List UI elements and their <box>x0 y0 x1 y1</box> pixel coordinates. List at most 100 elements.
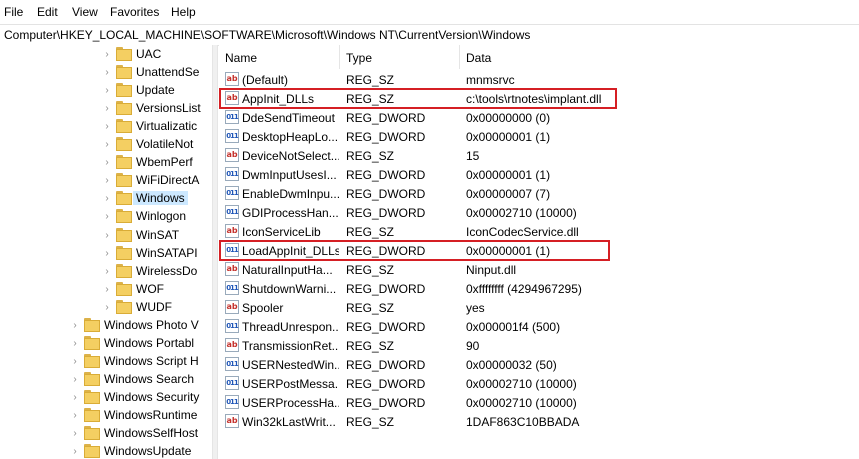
value-row[interactable]: 011 USERNestedWin... REG_DWORD 0x00000032 (… <box>219 355 859 374</box>
menu-help[interactable]: Help <box>171 5 196 19</box>
chevron-right-icon[interactable]: › <box>102 193 112 205</box>
tree-item[interactable]: › UnattendSe <box>102 64 212 82</box>
binary-value-icon: 011 <box>225 243 239 257</box>
value-type: REG_DWORD <box>346 187 426 201</box>
tree-item[interactable]: › VersionsList <box>102 100 212 118</box>
chevron-right-icon[interactable]: › <box>102 85 112 97</box>
tree-item[interactable]: › WOF <box>102 281 212 299</box>
value-row[interactable]: 011 LoadAppInit_DLLs REG_DWORD 0x00000001 (… <box>219 241 859 260</box>
value-row[interactable]: ab Spooler REG_SZ yes <box>219 298 859 317</box>
value-row[interactable]: 011 USERProcessHa... REG_DWORD 0x00002710 (… <box>219 393 859 412</box>
value-row[interactable]: ab Win32kLastWrit... REG_SZ 1DAF863C10BBADA <box>219 412 859 431</box>
chevron-right-icon[interactable]: › <box>102 302 112 314</box>
chevron-right-icon[interactable]: › <box>102 175 112 187</box>
tree-item[interactable]: › Update <box>102 82 212 100</box>
folder-icon <box>116 119 132 134</box>
value-name: LoadAppInit_DLLs <box>242 244 339 258</box>
tree-item[interactable]: › Windows Script H <box>70 353 212 371</box>
binary-value-icon: 011 <box>225 205 239 219</box>
chevron-right-icon[interactable]: › <box>102 230 112 242</box>
value-row[interactable]: 011 ThreadUnrespon... REG_DWORD 0x000001f4 … <box>219 317 859 336</box>
value-row[interactable]: 011 DdeSendTimeout REG_DWORD 0x00000000 (0) <box>219 108 859 127</box>
tree-item-label: WindowsSelfHost <box>104 426 199 441</box>
value-name: TransmissionRet... <box>242 339 339 353</box>
folder-icon <box>116 245 132 260</box>
value-data: 0x00002710 (10000) <box>466 396 577 410</box>
tree-item[interactable]: › Windows Photo V <box>70 317 212 335</box>
tree-item[interactable]: › Windows <box>102 190 212 208</box>
value-data: 90 <box>466 339 480 353</box>
value-name: Win32kLastWrit... <box>242 415 336 429</box>
value-data: yes <box>466 301 485 315</box>
value-row[interactable]: 011 GDIProcessHan... REG_DWORD 0x00002710 (… <box>219 203 859 222</box>
value-row[interactable]: 011 USERPostMessa... REG_DWORD 0x00002710 (… <box>219 374 859 393</box>
tree-item[interactable]: › VolatileNot <box>102 136 212 154</box>
chevron-right-icon[interactable]: › <box>102 67 112 79</box>
value-row[interactable]: 011 EnableDwmInpu... REG_DWORD 0x00000007 (… <box>219 184 859 203</box>
chevron-right-icon[interactable]: › <box>70 356 80 368</box>
value-row[interactable]: 011 DesktopHeapLo... REG_DWORD 0x00000001 (… <box>219 127 859 146</box>
tree-item[interactable]: › WindowsSelfHost <box>70 425 212 443</box>
chevron-right-icon[interactable]: › <box>102 139 112 151</box>
value-name: DdeSendTimeout <box>242 111 335 125</box>
chevron-right-icon[interactable]: › <box>102 121 112 133</box>
tree-item[interactable]: › Virtualizatic <box>102 118 212 136</box>
value-type: REG_DWORD <box>346 377 426 391</box>
chevron-right-icon[interactable]: › <box>70 446 80 458</box>
value-row[interactable]: 011 DwmInputUsesI... REG_DWORD 0x00000001 (… <box>219 165 859 184</box>
chevron-right-icon[interactable]: › <box>102 49 112 61</box>
column-header-name[interactable]: Name <box>219 45 339 69</box>
chevron-right-icon[interactable]: › <box>70 428 80 440</box>
tree-item[interactable]: › WUDF <box>102 299 212 317</box>
pane-splitter[interactable] <box>212 45 218 459</box>
column-header-data[interactable]: Data <box>460 45 859 69</box>
value-row[interactable]: ab TransmissionRet... REG_SZ 90 <box>219 336 859 355</box>
chevron-right-icon[interactable]: › <box>102 157 112 169</box>
folder-icon <box>84 317 100 332</box>
tree-item[interactable]: › WinSATAPI <box>102 245 212 263</box>
tree-item[interactable]: › Windows Security <box>70 389 212 407</box>
menu-favorites[interactable]: Favorites <box>110 5 159 19</box>
binary-value-icon: 011 <box>225 281 239 295</box>
tree-item[interactable]: › Winlogon <box>102 208 212 226</box>
tree-item-label: UnattendSe <box>136 65 200 80</box>
tree-item[interactable]: › WindowsUpdate <box>70 443 212 459</box>
chevron-right-icon[interactable]: › <box>102 211 112 223</box>
tree-item-label: Windows <box>133 191 188 206</box>
value-name: IconServiceLib <box>242 225 321 239</box>
tree-item[interactable]: › WirelessDo <box>102 263 212 281</box>
chevron-right-icon[interactable]: › <box>70 392 80 404</box>
chevron-right-icon[interactable]: › <box>102 103 112 115</box>
chevron-right-icon[interactable]: › <box>70 410 80 422</box>
menu-file[interactable]: File <box>4 5 23 19</box>
value-name: GDIProcessHan... <box>242 206 339 220</box>
value-data: 0x000001f4 (500) <box>466 320 561 334</box>
column-header-type[interactable]: Type <box>340 45 459 69</box>
value-row[interactable]: ab (Default) REG_SZ mnmsrvc <box>219 70 859 89</box>
menu-view[interactable]: View <box>72 5 98 19</box>
chevron-right-icon[interactable]: › <box>70 338 80 350</box>
chevron-right-icon[interactable]: › <box>102 248 112 260</box>
tree-item[interactable]: › UAC <box>102 46 212 64</box>
value-row[interactable]: ab NaturalInputHa... REG_SZ Ninput.dll <box>219 260 859 279</box>
tree-item[interactable]: › WbemPerf <box>102 154 212 172</box>
value-row[interactable]: 011 ShutdownWarni... REG_DWORD 0xffffffff (… <box>219 279 859 298</box>
tree-item[interactable]: › Windows Portabl <box>70 335 212 353</box>
chevron-right-icon[interactable]: › <box>70 374 80 386</box>
chevron-right-icon[interactable]: › <box>102 266 112 278</box>
chevron-right-icon[interactable]: › <box>70 320 80 332</box>
tree-item[interactable]: › WinSAT <box>102 227 212 245</box>
value-row[interactable]: ab IconServiceLib REG_SZ IconCodecService.d… <box>219 222 859 241</box>
folder-icon <box>84 353 100 368</box>
folder-icon <box>116 173 132 188</box>
menu-edit[interactable]: Edit <box>37 5 58 19</box>
tree-item[interactable]: › Windows Search <box>70 371 212 389</box>
value-name: AppInit_DLLs <box>242 92 315 106</box>
address-bar[interactable]: Computer\HKEY_LOCAL_MACHINE\SOFTWARE\Mic… <box>0 24 859 46</box>
tree-item-label: WbemPerf <box>136 155 193 170</box>
value-row[interactable]: ab DeviceNotSelect... REG_SZ 15 <box>219 146 859 165</box>
tree-item[interactable]: › WiFiDirectA <box>102 172 212 190</box>
value-row[interactable]: ab AppInit_DLLs REG_SZ c:\tools\rtnotes\imp… <box>219 89 859 108</box>
tree-item[interactable]: › WindowsRuntime <box>70 407 212 425</box>
chevron-right-icon[interactable]: › <box>102 284 112 296</box>
